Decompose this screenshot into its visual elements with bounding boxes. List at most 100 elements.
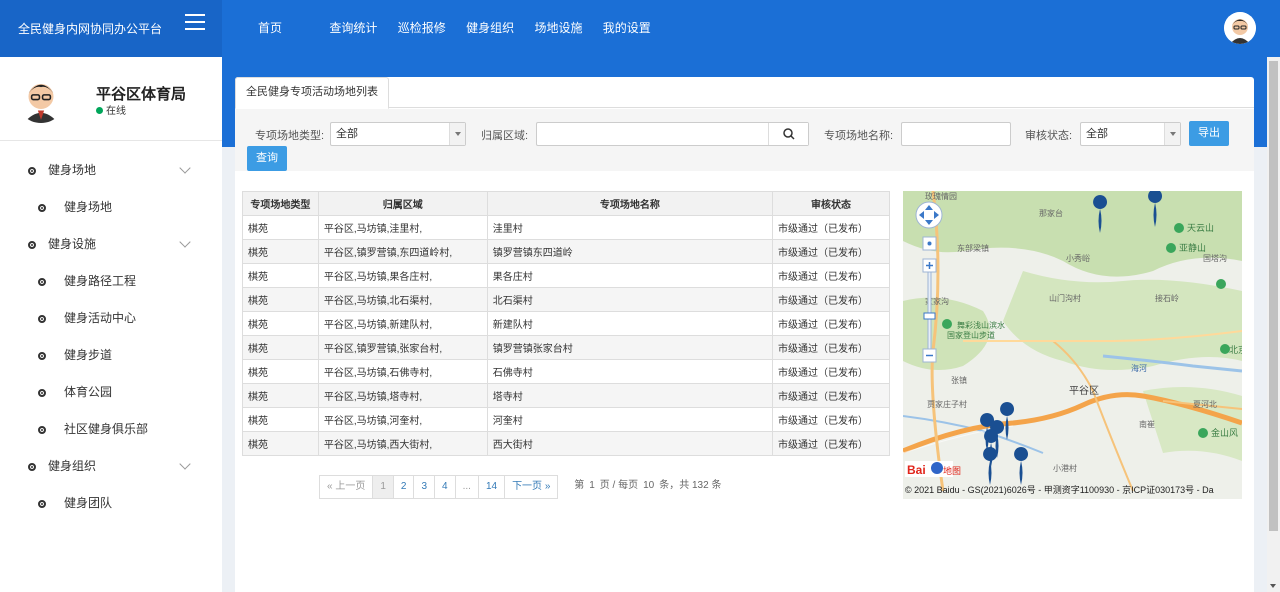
sidebar-group-facilities[interactable]: 健身设施 [0, 226, 222, 263]
table-row[interactable]: 棋苑 平谷区,镇罗营镇,东四道岭村, 镇罗营镇东四道岭 市级通过（已发布） [242, 239, 890, 264]
sidebar-item-community-club[interactable]: 社区健身俱乐部 [0, 411, 222, 448]
online-dot-icon [96, 107, 103, 114]
map-label: 接石岭 [1155, 293, 1179, 303]
sidebar-item-trail[interactable]: 健身步道 [0, 337, 222, 374]
table-cell: 平谷区,马坊镇,石佛寺村, [317, 359, 488, 384]
nav-home[interactable]: 首页 [258, 19, 282, 36]
venue-name-input[interactable] [901, 122, 1011, 146]
sidebar-item-fitness-path[interactable]: 健身路径工程 [0, 263, 222, 300]
table-cell: 石佛寺村 [486, 359, 774, 384]
map-label: 贾家庄子村 [927, 399, 967, 409]
sidebar-item-sports-park[interactable]: 体育公园 [0, 374, 222, 411]
table-row[interactable]: 棋苑 平谷区,镇罗营镇,张家台村, 镇罗营镇张家台村 市级通过（已发布） [242, 335, 890, 360]
sidebar-group-organizations[interactable]: 健身组织 [0, 448, 222, 485]
zoom-slider-handle[interactable] [923, 312, 936, 320]
table-row[interactable]: 棋苑 平谷区,马坊镇,石佛寺村, 石佛寺村 市级通过（已发布） [242, 359, 890, 384]
sidebar-item-activity-center[interactable]: 健身活动中心 [0, 300, 222, 337]
locate-icon[interactable] [927, 241, 932, 246]
map-label: 金山风 [1211, 427, 1238, 438]
table-cell: 平谷区,马坊镇,塔寺村, [317, 383, 488, 408]
circle-bullet-icon [28, 463, 36, 471]
sidebar-item-venues[interactable]: 健身场地 [0, 189, 222, 226]
page-14-button[interactable]: 14 [477, 475, 506, 499]
column-header[interactable]: 专项场地类型 [242, 191, 319, 216]
column-header[interactable]: 归属区域 [317, 191, 488, 216]
nav-fitness-org[interactable]: 健身组织 [466, 19, 514, 36]
query-button[interactable]: 查询 [247, 146, 287, 171]
table-cell: 棋苑 [242, 383, 319, 408]
table-row[interactable]: 棋苑 平谷区,马坊镇,塔寺村, 塔寺村 市级通过（已发布） [242, 383, 890, 408]
sidebar-item-teams[interactable]: 健身团队 [0, 485, 222, 522]
table-cell: 平谷区,马坊镇,果各庄村, [317, 263, 488, 288]
filter-bar: 专项场地类型: 全部 归属区域: 专项场地名称: 审核状态: 全部 导出 查询 [235, 109, 1254, 171]
side-menu: 健身场地 健身场地 健身设施 健身路径工程 健身活动中心 健身步道 体育公园 社… [0, 152, 222, 522]
map-pan-control-icon[interactable] [915, 201, 943, 229]
page-1-button[interactable]: 1 [372, 475, 394, 499]
map-label: 天云山 [1187, 223, 1214, 233]
nav-inspection-repair[interactable]: 巡检报修 [398, 19, 446, 36]
circle-bullet-icon [28, 241, 36, 249]
chevron-down-icon [179, 458, 191, 470]
sidebar-group-venues[interactable]: 健身场地 [0, 152, 222, 189]
map-label: 小秀峪 [1066, 253, 1090, 263]
type-select[interactable]: 全部 [330, 122, 466, 146]
user-name: 平谷区体育局 [96, 86, 187, 103]
tab-venue-list[interactable]: 全民健身专项活动场地列表 [235, 77, 389, 109]
venue-map[interactable]: 玫瑰情园 那家台 东部梁镇 小秀峪 国塔沟 家家沟 山门沟村 接石岭 舞彩浅山滨… [903, 191, 1242, 499]
nav-venue-facilities[interactable]: 场地设施 [534, 19, 582, 36]
app-title: 全民健身内网协同办公平台 [18, 22, 163, 36]
column-header[interactable]: 审核状态 [772, 191, 890, 216]
map-label: 南崔 [1139, 419, 1155, 429]
map-marker-icon[interactable] [1014, 447, 1029, 485]
next-page-button[interactable]: 下一页 » [504, 475, 559, 499]
table-cell: 平谷区,镇罗营镇,张家台村, [317, 335, 488, 360]
table-cell: 平谷区,马坊镇,北石渠村, [317, 287, 488, 312]
scroll-down-arrow-icon[interactable] [1270, 584, 1276, 588]
nav-query-stats[interactable]: 查询统计 [329, 19, 377, 36]
table-cell: 镇罗营镇张家台村 [486, 335, 774, 360]
name-filter-label: 专项场地名称: [824, 130, 894, 142]
table-row[interactable]: 棋苑 平谷区,马坊镇,洼里村, 洼里村 市级通过（已发布） [242, 215, 890, 240]
hamburger-menu-icon[interactable] [185, 14, 205, 32]
table-cell: 市级通过（已发布） [772, 359, 890, 384]
export-button[interactable]: 导出 [1189, 121, 1229, 146]
table-row[interactable]: 棋苑 平谷区,马坊镇,北石渠村, 北石渠村 市级通过（已发布） [242, 287, 890, 312]
dropdown-arrow-icon [1164, 123, 1180, 145]
column-header[interactable]: 专项场地名称 [486, 191, 774, 216]
table-cell: 市级通过（已发布） [772, 383, 890, 408]
map-label: 那家台 [1039, 208, 1063, 218]
area-filter-label: 归属区域: [481, 130, 529, 142]
page-scrollbar[interactable] [1267, 57, 1280, 592]
table-cell: 塔寺村 [486, 383, 774, 408]
prev-page-button[interactable]: « 上一页 [319, 475, 374, 499]
table-row[interactable]: 棋苑 平谷区,马坊镇,河奎村, 河奎村 市级通过（已发布） [242, 407, 890, 432]
map-canvas[interactable]: 玫瑰情园 那家台 东部梁镇 小秀峪 国塔沟 家家沟 山门沟村 接石岭 舞彩浅山滨… [903, 191, 1242, 499]
scrollbar-thumb[interactable] [1269, 61, 1278, 531]
table-cell: 棋苑 [242, 263, 319, 288]
chevron-down-icon [179, 236, 191, 248]
area-search-input[interactable] [536, 122, 809, 146]
table-cell: 市级通过（已发布） [772, 239, 890, 264]
map-label: 张镇 [951, 375, 967, 385]
status-select[interactable]: 全部 [1080, 122, 1181, 146]
nav-my-settings[interactable]: 我的设置 [603, 19, 651, 36]
page-2-button[interactable]: 2 [392, 475, 415, 499]
tab-bar: 全民健身专项活动场地列表 [235, 77, 1254, 109]
table-row[interactable]: 棋苑 平谷区,马坊镇,果各庄村, 果各庄村 市级通过（已发布） [242, 263, 890, 288]
user-avatar-icon[interactable] [1224, 12, 1256, 44]
circle-bullet-icon [38, 352, 46, 360]
table-cell: 新建队村 [486, 311, 774, 336]
page-4-button[interactable]: 4 [434, 475, 456, 499]
table-cell: 市级通过（已发布） [772, 215, 890, 240]
svg-text:地图: 地图 [943, 465, 961, 477]
table-cell: 市级通过（已发布） [772, 263, 890, 288]
table-cell: 棋苑 [242, 335, 319, 360]
table-row[interactable]: 棋苑 平谷区,马坊镇,西大街村, 西大街村 市级通过（已发布） [242, 431, 890, 456]
main-panel: 全民健身专项活动场地列表 专项场地类型: 全部 归属区域: 专项场地名称: 审核… [235, 77, 1254, 592]
table-row[interactable]: 棋苑 平谷区,马坊镇,新建队村, 新建队村 市级通过（已发布） [242, 311, 890, 336]
table-cell: 平谷区,镇罗营镇,东四道岭村, [317, 239, 488, 264]
top-nav: 首页 查询统计 巡检报修 健身组织 场地设施 我的设置 [258, 19, 668, 36]
search-icon[interactable] [768, 123, 808, 145]
map-marker-icon[interactable] [983, 447, 998, 485]
page-3-button[interactable]: 3 [413, 475, 436, 499]
